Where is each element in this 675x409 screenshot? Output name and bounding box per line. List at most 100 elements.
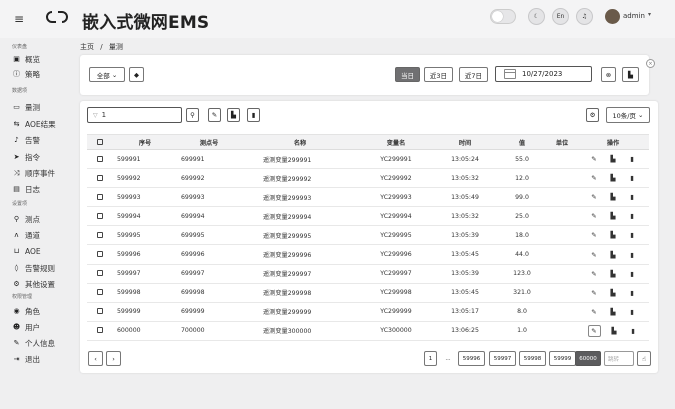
sidebar-item-measure[interactable]: ▭ 量测 xyxy=(12,101,40,113)
sidebar-item-other-settings[interactable]: ⚙ 其他设置 xyxy=(12,278,55,290)
chart-icon[interactable]: ▙ xyxy=(608,251,619,259)
search-button[interactable]: ⚲ xyxy=(186,108,199,122)
file-icon[interactable]: ▮ xyxy=(627,193,638,201)
sidebar-item-logout[interactable]: ⇥ 退出 xyxy=(12,353,40,365)
sidebar-item-strategy[interactable]: ⓘ 策略 xyxy=(12,68,40,80)
sidebar-item-alarm[interactable]: ♪ 告警 xyxy=(12,134,40,146)
chart-icon[interactable]: ▙ xyxy=(608,155,619,163)
page-button[interactable]: 59996 xyxy=(458,351,485,366)
date-picker[interactable]: 10/27/2023 xyxy=(495,66,592,82)
edit-icon[interactable]: ✎ xyxy=(589,308,600,316)
export-button[interactable]: ▮ xyxy=(247,108,260,122)
clear-button[interactable]: ⊗ xyxy=(601,67,616,82)
row-checkbox[interactable] xyxy=(87,321,113,341)
chart-icon[interactable]: ▙ xyxy=(608,270,619,278)
theme-toggle[interactable] xyxy=(490,9,516,24)
file-icon[interactable]: ▮ xyxy=(627,174,638,182)
search-input[interactable]: ▽ 1 xyxy=(87,107,182,123)
col-header[interactable]: 变量名 xyxy=(359,134,433,150)
row-checkbox[interactable] xyxy=(87,187,113,208)
edit-icon[interactable]: ✎ xyxy=(589,289,600,297)
chart-button[interactable]: ▙ xyxy=(622,67,639,82)
prev-page-button[interactable]: ‹ xyxy=(88,351,103,366)
settings-button[interactable]: ⚙ xyxy=(586,108,599,122)
bell-icon[interactable]: ♫ xyxy=(576,8,593,25)
sidebar-item-aoe[interactable]: ⊔ AOE xyxy=(12,245,41,257)
table-row[interactable]: 599995 699995 遥测变量299995 YC299995 13:05:39 18… xyxy=(87,225,649,246)
menu-icon[interactable]: ≡ xyxy=(14,12,24,26)
table-row[interactable]: 599993 699993 遥测变量299993 YC299993 13:05:49 99… xyxy=(87,187,649,208)
sidebar-item-channel[interactable]: ʌ 通道 xyxy=(12,229,40,241)
select-all-checkbox[interactable] xyxy=(87,134,113,150)
row-checkbox[interactable] xyxy=(87,283,113,303)
moon-icon[interactable]: ☾ xyxy=(528,8,545,25)
row-checkbox[interactable] xyxy=(87,149,113,170)
file-icon[interactable]: ▮ xyxy=(628,327,639,335)
edit-icon[interactable]: ✎ xyxy=(589,174,600,182)
chart-icon[interactable]: ▙ xyxy=(608,212,619,220)
page-size-select[interactable]: 10条/页 ⌄ xyxy=(606,107,650,123)
sidebar-item-users[interactable]: ☻ 用户 xyxy=(12,321,40,333)
range-today-button[interactable]: 当日 xyxy=(395,67,420,82)
edit-icon[interactable]: ✎ xyxy=(589,231,600,239)
avatar[interactable] xyxy=(605,9,620,24)
sidebar-item-log[interactable]: ▤ 日志 xyxy=(12,183,40,195)
sidebar-item-command[interactable]: ➤ 指令 xyxy=(12,151,40,163)
sidebar-item-point[interactable]: ⚲ 测点 xyxy=(12,213,40,225)
file-icon[interactable]: ▮ xyxy=(627,308,638,316)
close-icon[interactable]: × xyxy=(646,59,655,68)
table-row[interactable]: 599991 699991 遥测变量299991 YC299991 13:05:24 55… xyxy=(87,149,649,170)
chart-icon[interactable]: ▙ xyxy=(608,174,619,182)
edit-icon[interactable]: ✎ xyxy=(587,324,601,337)
table-row[interactable]: 599997 699997 遥测变量299997 YC299997 13:05:39 12… xyxy=(87,264,649,284)
edit-icon[interactable]: ✎ xyxy=(589,270,600,278)
page-button[interactable]: 59998 xyxy=(519,351,546,366)
file-icon[interactable]: ▮ xyxy=(627,270,638,278)
page-button-active[interactable]: 60000 xyxy=(575,351,601,366)
col-header[interactable]: 单位 xyxy=(547,134,577,150)
file-icon[interactable]: ▮ xyxy=(627,289,638,297)
language-button[interactable]: En xyxy=(552,8,569,25)
table-row[interactable]: 599992 699992 遥测变量299992 YC299992 13:05:32 12… xyxy=(87,168,649,189)
col-header[interactable]: 值 xyxy=(497,134,547,150)
sidebar-item-aoe-result[interactable]: ⇆ AOE结果 xyxy=(12,118,56,130)
sidebar-item-role[interactable]: ◉ 角色 xyxy=(12,305,40,317)
col-header[interactable]: 序号 xyxy=(113,134,177,150)
range-3day-button[interactable]: 近3日 xyxy=(424,67,453,82)
breadcrumb-home[interactable]: 主页 xyxy=(80,43,94,51)
goto-page-input[interactable]: 跳转 xyxy=(604,351,634,366)
sidebar-item-alarm-rules[interactable]: ◊ 告警规则 xyxy=(12,262,55,274)
tag-button[interactable]: ◆ xyxy=(129,67,144,82)
row-checkbox[interactable] xyxy=(87,302,113,322)
row-checkbox[interactable] xyxy=(87,264,113,284)
scope-select[interactable]: 全部 ⌄ xyxy=(89,67,125,82)
file-icon[interactable]: ▮ xyxy=(627,212,638,220)
row-checkbox[interactable] xyxy=(87,225,113,246)
col-header[interactable]: 名称 xyxy=(241,134,359,150)
table-row[interactable]: 600000 700000 遥测变量300000 YC300000 13:06:25 1.… xyxy=(87,321,649,341)
row-checkbox[interactable] xyxy=(87,168,113,189)
edit-icon[interactable]: ✎ xyxy=(589,251,600,259)
next-page-button[interactable]: › xyxy=(106,351,121,366)
sidebar-item-soe[interactable]: ⤨ 顺序事件 xyxy=(12,167,55,179)
col-header[interactable]: 测点号 xyxy=(177,134,241,150)
row-checkbox[interactable] xyxy=(87,244,113,265)
chart-icon[interactable]: ▙ xyxy=(608,308,619,316)
page-button[interactable]: 59999 xyxy=(549,351,576,366)
page-button-first[interactable]: 1 xyxy=(424,351,437,366)
chart-icon[interactable]: ▙ xyxy=(609,327,620,335)
chevron-down-icon[interactable]: ▾ xyxy=(648,11,651,18)
file-icon[interactable]: ▮ xyxy=(627,155,638,163)
user-name[interactable]: admin xyxy=(623,12,645,20)
edit-button[interactable]: ✎ xyxy=(208,108,221,122)
chart-icon[interactable]: ▙ xyxy=(608,193,619,201)
table-row[interactable]: 599994 699994 遥测变量299994 YC299994 13:05:32 25… xyxy=(87,206,649,227)
col-header[interactable]: 时间 xyxy=(433,134,497,150)
edit-icon[interactable]: ✎ xyxy=(589,155,600,163)
page-button[interactable]: 59997 xyxy=(489,351,516,366)
edit-icon[interactable]: ✎ xyxy=(589,212,600,220)
file-icon[interactable]: ▮ xyxy=(627,231,638,239)
table-row[interactable]: 599998 699998 遥测变量299998 YC299998 13:05:45 32… xyxy=(87,283,649,303)
edit-icon[interactable]: ✎ xyxy=(589,193,600,201)
file-icon[interactable]: ▮ xyxy=(627,251,638,259)
